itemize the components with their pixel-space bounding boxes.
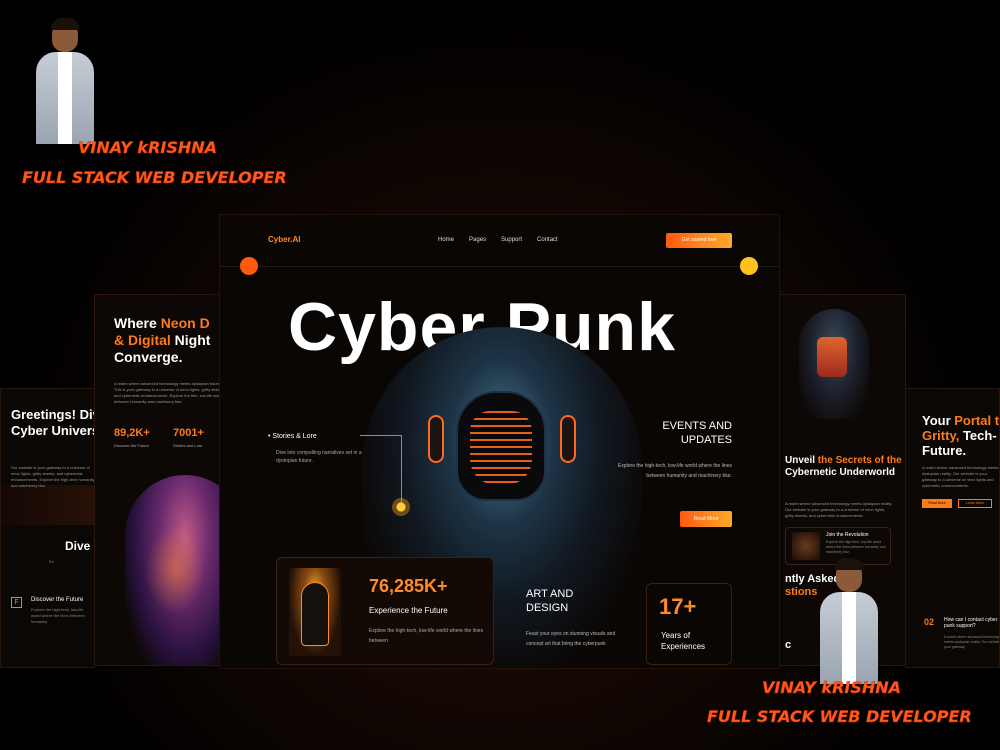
experience-label: Years of Experiences — [661, 631, 706, 651]
heading-part: Where — [114, 315, 161, 331]
robot-image — [1, 485, 94, 525]
heading-accent: Gritty, — [922, 428, 960, 443]
stat-value: 89,2K+ — [114, 427, 150, 439]
panel-title: Greetings! Dive into the Cyber Universe — [11, 407, 94, 438]
section-letter: c — [785, 639, 792, 651]
nav-item-home[interactable]: Home — [438, 237, 454, 243]
heading-part: Future. — [922, 443, 967, 458]
heading-part: Night — [170, 332, 211, 348]
author-role: FULL STACK WEB DEVELOPER — [22, 168, 287, 188]
feature-title: Discover the Future — [31, 597, 84, 603]
visor-glow — [817, 337, 847, 377]
heading-part: Converge. — [114, 349, 183, 365]
faq-answer: A realm where advanced technology meets … — [944, 635, 1000, 649]
headphone-left-icon — [428, 415, 444, 463]
art-title-line1: ART AND — [526, 588, 574, 600]
nav-links: Home Pages Support Contact — [438, 237, 558, 243]
stat-label: Stories and Lore — [173, 443, 203, 448]
panel-text: A realm where advanced technology meets … — [922, 465, 999, 488]
events-title-line2: UPDATES — [680, 434, 732, 446]
nav-item-support[interactable]: Support — [501, 237, 522, 243]
person-hair — [51, 18, 79, 30]
preview-panel-far-left: Greetings! Dive into the Cyber Universe … — [0, 388, 95, 668]
stat-value: 7001+ — [173, 427, 204, 439]
heading-part: Cybernetic Underworld — [785, 467, 896, 478]
get-started-button[interactable]: Get started free — [666, 233, 732, 248]
stat-number: 76,285K+ — [369, 576, 448, 596]
main-preview-panel: Cyber.AI Home Pages Support Contact Get … — [219, 214, 780, 669]
panel-heading: Where Neon D & Digital Night Converge. — [114, 315, 223, 366]
stat-thumbnail-figure — [301, 582, 329, 646]
art-title: ART AND DESIGN — [526, 587, 573, 615]
preview-panel-left: Where Neon D & Digital Night Converge. A… — [94, 294, 224, 666]
hotspot-dot-icon[interactable] — [392, 498, 410, 516]
art-title-line2: DESIGN — [526, 602, 569, 614]
top-nav: Cyber.AI Home Pages Support Contact Get … — [220, 215, 779, 267]
faq-question[interactable]: How can I contact cyber punk support? — [944, 617, 999, 629]
section-subtitle: Ex — [49, 559, 54, 564]
feature-text: Explore the high-tech, low-life world wh… — [31, 607, 85, 624]
cyborg-glow — [145, 525, 205, 615]
feature-icon: F — [11, 597, 22, 608]
corner-accent-right — [740, 257, 758, 275]
panel-text: A realm where advanced technology meets … — [114, 381, 224, 404]
read-more-button[interactable]: Read More — [922, 499, 952, 508]
events-title-line1: EVENTS AND — [662, 420, 732, 432]
heading-accent: stions — [785, 586, 818, 598]
stories-title: • Stories & Lore — [268, 433, 317, 440]
heading-part: Unveil — [785, 455, 818, 466]
heading-part: Tech- — [959, 428, 997, 443]
art-text: Feast your eyes on stunning visuals and … — [526, 631, 616, 647]
heading-accent: Neon D — [160, 315, 210, 331]
panel-text: Our website is your gateway to a univers… — [11, 465, 95, 488]
events-title: EVENTS AND UPDATES — [620, 419, 732, 447]
events-text: Explore the high-tech, low-life world wh… — [618, 463, 732, 479]
heading-accent: & Digital — [114, 332, 171, 348]
panel-text: A realm where advanced technology meets … — [785, 501, 893, 518]
nav-item-contact[interactable]: Contact — [537, 237, 558, 243]
panel-heading: Your Portal to Gritty, Tech- Future. — [922, 413, 1000, 458]
panel-heading: Unveil the Secrets of the Cybernetic Und… — [785, 455, 905, 479]
card-title: Join the Revolution — [826, 532, 869, 538]
author-name: VINAY kRISHNA — [78, 138, 218, 158]
heading-accent: the Secrets of the — [817, 455, 902, 466]
author-photo — [32, 12, 98, 144]
section-title: Dive i — [65, 539, 95, 553]
author-photo — [816, 552, 882, 684]
experience-card: 17+ Years of Experiences — [646, 583, 732, 665]
learn-more-button[interactable]: Learn More — [958, 499, 992, 508]
author-role: FULL STACK WEB DEVELOPER — [707, 707, 972, 727]
faq-number: 02 — [924, 617, 935, 627]
person-hair — [835, 558, 863, 570]
logo[interactable]: Cyber.AI — [268, 235, 300, 244]
heading-part: Your — [922, 413, 955, 428]
preview-panel-far-right: Your Portal to Gritty, Tech- Future. A r… — [905, 388, 1000, 668]
author-name: VINAY kRISHNA — [762, 678, 902, 698]
stat-label: Experience the Future — [369, 606, 448, 615]
nav-item-pages[interactable]: Pages — [469, 237, 486, 243]
person-shirt — [842, 592, 856, 684]
read-more-button[interactable]: Read More — [680, 511, 732, 527]
headphone-right-icon — [560, 415, 576, 463]
stat-card: 76,285K+ Experience the Future Explore t… — [276, 557, 494, 665]
stories-text: Dive into compelling narratives set in a… — [276, 450, 362, 464]
mask-stripes — [470, 411, 532, 485]
corner-accent-left — [240, 257, 258, 275]
connector-line — [360, 435, 402, 436]
stat-text: Explore the high-tech, low-life world wh… — [369, 628, 483, 644]
stories-label: Stories & Lore — [272, 433, 317, 440]
heading-accent: Portal to — [954, 413, 1000, 428]
experience-number: 17+ — [659, 594, 697, 619]
person-shirt — [58, 52, 72, 144]
stat-label: Discover the Future — [114, 443, 149, 448]
connector-line — [401, 435, 402, 507]
